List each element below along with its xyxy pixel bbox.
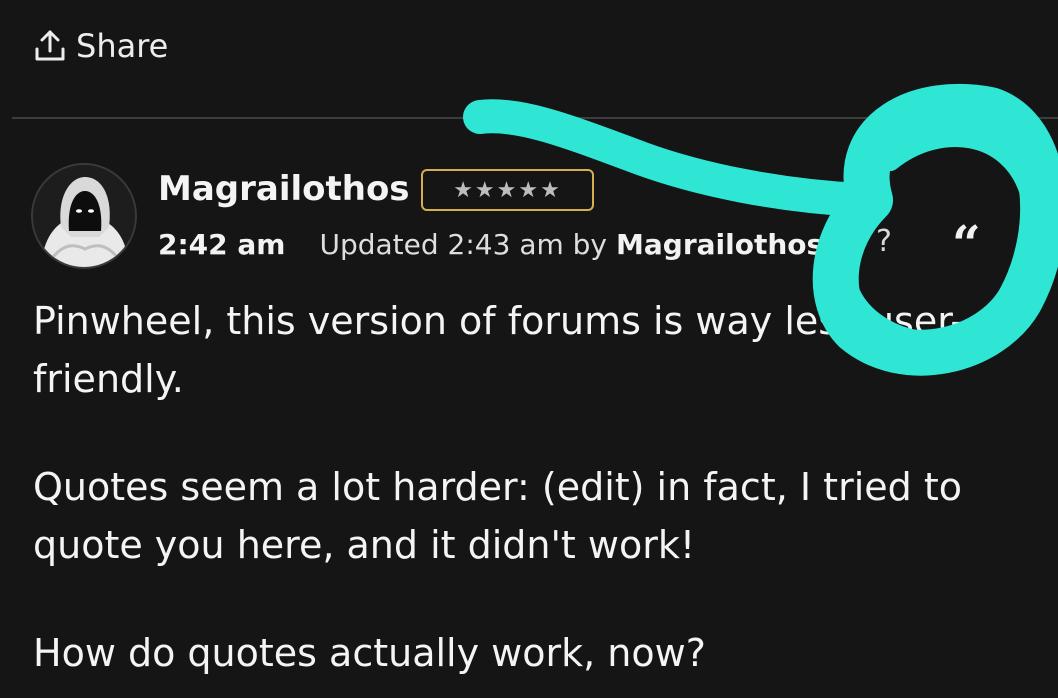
post-time[interactable]: 2:42 am [158,228,285,261]
author-name[interactable]: Magrailothos [158,166,410,212]
post-meta: 2:42 am Updated 2:43 am by Magrailothos [158,224,823,264]
post-paragraph: Quotes seem a lot harder: (edit) in fact… [33,465,962,567]
post-paragraph: How do quotes actually work, now? [33,631,706,675]
share-icon [34,29,66,63]
avatar[interactable] [31,163,137,269]
rank-badge: ★★★★★ [421,169,594,211]
flag-icon[interactable]: ? [876,222,892,262]
post-paragraph: Pinwheel, this version of forums is way … [33,299,965,401]
updated-by-link[interactable]: Magrailothos [616,228,823,261]
post-body: Pinwheel, this version of forums is way … [33,292,1033,698]
share-button[interactable]: Share [34,24,168,68]
divider [12,117,1058,119]
share-label: Share [76,27,169,65]
updated-text: Updated 2:43 am by [319,227,608,261]
quote-icon[interactable]: “ [952,219,981,269]
